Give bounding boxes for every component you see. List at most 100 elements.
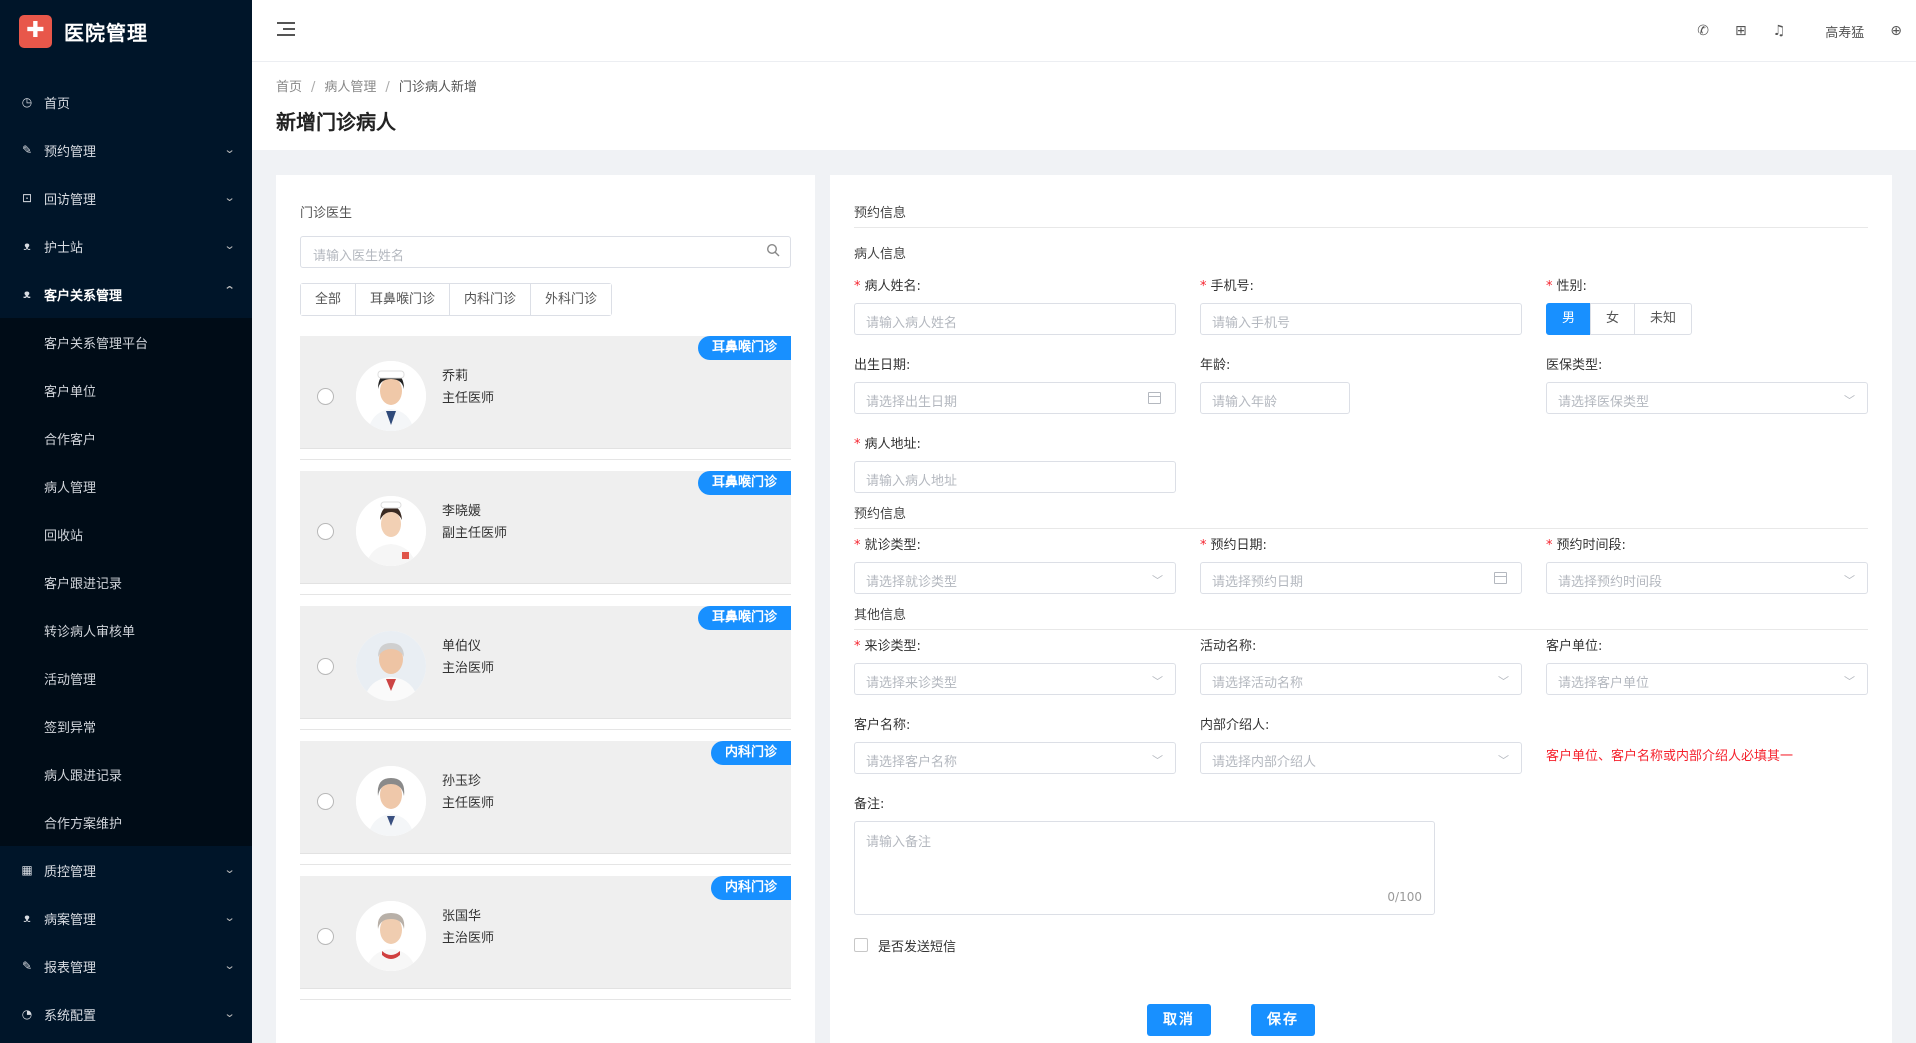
appointment-time-select[interactable]: 请选择预约时间段 ﹀ [1546,562,1868,594]
breadcrumb-item[interactable]: 首页 [276,80,302,95]
chevron-down-icon: ⌄ [223,191,236,204]
chevron-down-icon: ⌄ [223,143,236,156]
globe-icon[interactable]: ⊕ [1890,23,1902,39]
department-badge: 耳鼻喉门诊 [697,336,791,360]
sidebar-subitem[interactable]: 客户单位 [0,366,252,414]
chevron-down-icon: ﹀ [1152,754,1163,767]
sidebar-subitem[interactable]: 合作客户 [0,414,252,462]
sidebar-item-reports[interactable]: ✎ 报表管理 ⌄ [0,942,252,990]
save-button[interactable]: 保存 [1251,1004,1315,1036]
user-icon: ᴥ [23,287,31,301]
remark-textarea[interactable]: 请输入备注 0/100 [854,821,1435,915]
section-title-patient: 病人信息 [854,247,907,262]
doctor-name: 孙玉珍 [442,774,482,789]
doctor-radio[interactable] [317,658,334,675]
search-placeholder: 请输入医生姓名 [313,249,405,264]
user-name[interactable]: 高寿猛 [1825,22,1864,41]
doctor-card[interactable]: 李晓媛 副主任医师 耳鼻喉门诊 [300,471,791,584]
age-input[interactable]: 请输入年龄 [1200,382,1350,414]
breadcrumb-item[interactable]: 病人管理 [324,80,376,95]
insurance-type-select[interactable]: 请选择医保类型 ﹀ [1546,382,1868,414]
doctor-card[interactable]: 单伯仪 主治医师 耳鼻喉门诊 [300,606,791,719]
insurance-type-label: 医保类型: [1546,358,1603,373]
input-placeholder: 请选择活动名称 [1212,676,1304,691]
address-input[interactable]: 请输入病人地址 [854,461,1176,493]
doctor-radio[interactable] [317,388,334,405]
tab-ent[interactable]: 耳鼻喉门诊 [356,284,451,315]
tab-internal[interactable]: 内科门诊 [450,284,532,315]
doctor-card[interactable]: 乔莉 主任医师 耳鼻喉门诊 [300,336,791,449]
app-logo[interactable]: ✚ 医院管理 [0,0,252,62]
cancel-button[interactable]: 取消 [1147,1004,1211,1036]
sidebar-subitem[interactable]: 合作方案维护 [0,798,252,846]
page-header: 首页 / 病人管理 / 门诊病人新增 新增门诊病人 [252,62,1916,150]
tab-surgery[interactable]: 外科门诊 [531,284,612,315]
edit-icon: ✎ [21,959,33,973]
doctor-avatar [356,766,426,836]
gender-option-male[interactable]: 男 [1546,303,1592,335]
source-type-select[interactable]: 请选择来诊类型 ﹀ [854,663,1176,695]
apps-grid-icon[interactable]: ⊞ [1735,23,1747,39]
tab-all[interactable]: 全部 [301,284,357,315]
visit-type-select[interactable]: 请选择就诊类型 ﹀ [854,562,1176,594]
search-icon[interactable] [766,243,780,257]
char-counter: 0/100 [1387,890,1422,904]
doctor-avatar [356,901,426,971]
user-icon: ᴥ [23,239,31,253]
sidebar-subitem[interactable]: 病人跟进记录 [0,750,252,798]
bell-icon[interactable]: ♫ [1773,23,1786,39]
doctor-search-input[interactable]: 请输入医生姓名 [300,236,791,268]
user-icon: ᴥ [23,911,31,925]
edit-icon: ✎ [21,143,33,157]
patient-name-input[interactable]: 请输入病人姓名 [854,303,1176,335]
patient-form-panel: 预约信息 病人信息 * 病人姓名: 请输入病人姓名 * 手机号: 请输入手机号 * 性… [830,175,1892,1043]
chevron-down-icon: ⌄ [223,1007,236,1020]
sidebar-item-home[interactable]: ◷ 首页 [0,78,252,126]
department-tabs: 全部 耳鼻喉门诊 内科门诊 外科门诊 [300,283,613,316]
doctor-card[interactable]: 张国华 主治医师 内科门诊 [300,876,791,989]
sidebar-subitem[interactable]: 客户跟进记录 [0,558,252,606]
input-placeholder: 请选择内部介绍人 [1212,755,1317,770]
sidebar-item-appointment[interactable]: ✎ 预约管理 ⌄ [0,126,252,174]
client-unit-label: 客户单位: [1546,639,1603,654]
input-placeholder: 请选择来诊类型 [866,676,958,691]
sidebar-subitem[interactable]: 病人管理 [0,462,252,510]
send-sms-label[interactable]: 是否发送短信 [878,936,956,955]
client-name-label: 客户名称: [854,718,911,733]
gender-option-female[interactable]: 女 [1590,303,1636,335]
phone-input[interactable]: 请输入手机号 [1200,303,1522,335]
sidebar-item-followup[interactable]: ⊡ 回访管理 ⌄ [0,174,252,222]
phone-icon[interactable]: ✆ [1697,23,1709,39]
appointment-time-label: * 预约时间段: [1546,538,1626,553]
send-sms-checkbox[interactable] [854,938,868,952]
sidebar-item-records[interactable]: ᴥ 病案管理 ⌄ [0,894,252,942]
activity-name-select[interactable]: 请选择活动名称 ﹀ [1200,663,1522,695]
breadcrumb-current: 门诊病人新增 [398,80,477,95]
sidebar-subitem[interactable]: 回收站 [0,510,252,558]
doctor-radio[interactable] [317,928,334,945]
calendar-icon [1148,392,1161,404]
sidebar-item-quality[interactable]: ▦ 质控管理 ⌄ [0,846,252,894]
input-placeholder: 请选择预约时间段 [1558,575,1663,590]
doctor-radio[interactable] [317,793,334,810]
sidebar-item-settings[interactable]: ◔ 系统配置 ⌄ [0,990,252,1038]
sidebar-subitem[interactable]: 客户关系管理平台 [0,318,252,366]
sidebar-subitem[interactable]: 转诊病人审核单 [0,606,252,654]
referrer-select[interactable]: 请选择内部介绍人 ﹀ [1200,742,1522,774]
doctor-radio[interactable] [317,523,334,540]
birth-date-picker[interactable]: 请选择出生日期 [854,382,1176,414]
appointment-date-picker[interactable]: 请选择预约日期 [1200,562,1522,594]
sidebar-item-label: 报表管理 [44,960,97,976]
client-name-select[interactable]: 请选择客户名称 ﹀ [854,742,1176,774]
gender-option-unknown[interactable]: 未知 [1634,303,1693,335]
chevron-down-icon: ⌄ [223,959,236,972]
sidebar-item-crm[interactable]: ᴥ 客户关系管理 ⌃ [0,270,252,318]
chevron-down-icon: ⌄ [223,863,236,876]
doctor-card[interactable]: 孙玉珍 主任医师 内科门诊 [300,741,791,854]
department-badge: 内科门诊 [710,876,791,900]
sidebar-item-nurse-station[interactable]: ᴥ 护士站 ⌄ [0,222,252,270]
menu-fold-icon[interactable] [277,22,295,36]
sidebar-subitem[interactable]: 签到异常 [0,702,252,750]
client-unit-select[interactable]: 请选择客户单位 ﹀ [1546,663,1868,695]
sidebar-subitem[interactable]: 活动管理 [0,654,252,702]
